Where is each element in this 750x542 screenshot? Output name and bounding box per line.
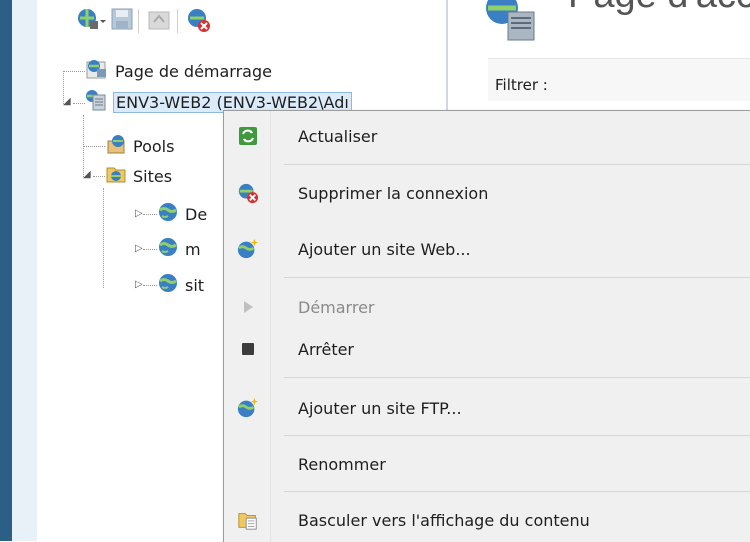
tree-connector (143, 249, 157, 250)
expand-arrow-icon[interactable]: ▷ (135, 280, 145, 290)
window-frame-inner (12, 0, 37, 541)
save-icon[interactable] (111, 8, 133, 34)
server-home-icon (480, 0, 540, 46)
tree-connector (63, 71, 85, 72)
website-globe-icon (157, 236, 179, 262)
menu-item-label: Ajouter un site FTP... (298, 398, 462, 418)
collapse-arrow-icon[interactable]: ◢ (83, 170, 93, 180)
play-icon (237, 296, 259, 318)
expand-arrow-icon[interactable]: ▷ (135, 209, 145, 219)
tree-item-label: Sites (133, 166, 173, 186)
context-menu: Actualiser Supprimer la connexion Ajoute… (223, 110, 750, 542)
up-level-icon[interactable] (148, 8, 170, 34)
filter-label: Filtrer : (495, 76, 548, 94)
menu-item-label: Arrêter (298, 339, 355, 359)
window-frame-edge (0, 0, 12, 541)
tree-item-start-page[interactable]: Page de démarrage (85, 59, 272, 83)
menu-separator (284, 164, 750, 165)
menu-item-label: Renommer (298, 454, 386, 474)
refresh-icon (237, 125, 259, 147)
remove-connection-icon (237, 182, 259, 204)
tree-item-site[interactable]: m (157, 237, 201, 261)
app-pool-icon (105, 133, 127, 159)
add-ftp-site-icon (237, 397, 259, 419)
sites-folder-icon (105, 163, 127, 189)
tree-connector (83, 146, 105, 147)
menu-item-rename[interactable]: Renommer (224, 442, 750, 486)
menu-item-remove-connection[interactable]: Supprimer la connexion (224, 171, 750, 215)
tree-item-label: m (185, 239, 201, 259)
menu-item-add-ftp-site[interactable]: Ajouter un site FTP... (224, 386, 750, 430)
start-page-icon (85, 58, 109, 84)
add-website-icon (237, 238, 259, 260)
menu-item-label: Ajouter un site Web... (298, 239, 471, 259)
connect-icon[interactable] (76, 7, 106, 37)
website-globe-icon (157, 272, 179, 298)
page-title: Page d'acc (568, 0, 750, 17)
tree-item-label: Page de démarrage (115, 61, 272, 81)
menu-separator (284, 491, 750, 492)
menu-item-switch-content-view[interactable]: Basculer vers l'affichage du contenu (224, 498, 750, 542)
menu-item-start[interactable]: Démarrer (224, 285, 750, 329)
website-globe-icon (157, 201, 179, 227)
tree-item-site[interactable]: De (157, 202, 207, 226)
menu-separator (284, 277, 750, 278)
menu-item-stop[interactable]: Arrêter (224, 327, 750, 371)
menu-separator (284, 377, 750, 378)
stop-icon (237, 338, 259, 360)
tree-item-label: sit (185, 275, 205, 295)
tree-connector (143, 214, 157, 215)
tree-item-label: Pools (133, 136, 175, 156)
tree-item-label: De (185, 204, 208, 224)
tree-connector (143, 285, 157, 286)
menu-item-label: Basculer vers l'affichage du contenu (298, 510, 590, 530)
disconnect-icon[interactable] (186, 7, 212, 37)
tree-connector (73, 103, 85, 104)
tree-item-sites[interactable]: Sites (105, 164, 172, 188)
menu-item-label: Démarrer (298, 297, 375, 317)
server-icon (85, 89, 107, 115)
menu-item-label: Supprimer la connexion (298, 183, 489, 203)
menu-item-label: Actualiser (298, 126, 378, 146)
tree-connector (103, 188, 104, 288)
expand-arrow-icon[interactable]: ▷ (135, 244, 145, 254)
tree-connector (93, 176, 105, 177)
connections-toolbar (74, 0, 484, 42)
menu-separator (284, 435, 750, 436)
toolbar-separator (177, 9, 178, 33)
tree-item-app-pools[interactable]: Pools (105, 134, 174, 158)
menu-item-refresh[interactable]: Actualiser (224, 114, 750, 158)
content-view-icon (237, 509, 259, 531)
collapse-arrow-icon[interactable]: ◢ (63, 97, 73, 107)
toolbar-separator (138, 9, 139, 33)
tree-item-site[interactable]: sit (157, 273, 204, 297)
menu-item-add-website[interactable]: Ajouter un site Web... (224, 227, 750, 271)
